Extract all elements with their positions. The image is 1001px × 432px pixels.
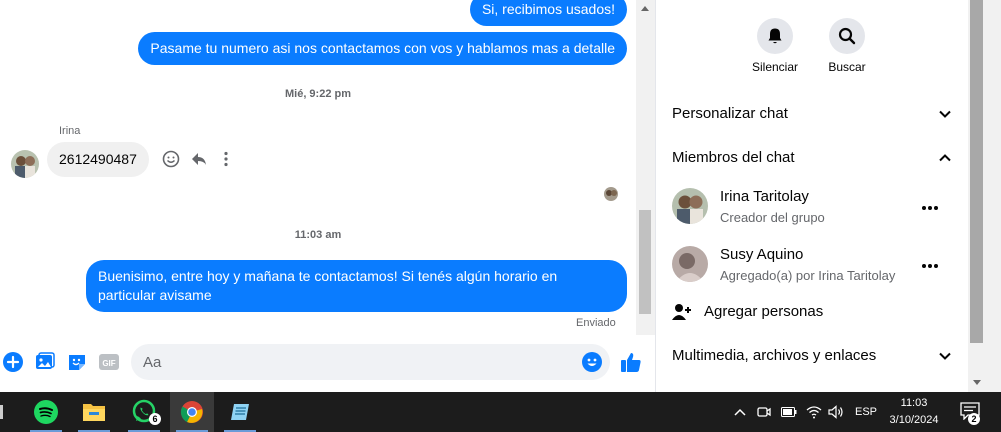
timestamp: Mié, 9:22 pm xyxy=(284,88,352,100)
mute-label: Silenciar xyxy=(751,60,799,74)
notification-badge: 6 xyxy=(149,413,161,425)
chat-members-section[interactable]: Miembros del chat xyxy=(656,138,968,178)
message-composer: GIF xyxy=(0,335,655,392)
member-name: Susy Aquino xyxy=(720,246,804,263)
member-row[interactable]: Susy Aquino Agregado(a) por Irina Tarito… xyxy=(656,242,968,294)
language-indicator[interactable]: ESP xyxy=(852,403,880,421)
chat-info-panel: Silenciar Buscar Personalizar chat Miemb… xyxy=(655,0,968,392)
notification-count: 2 xyxy=(968,413,980,425)
chevron-down-icon xyxy=(939,110,951,118)
chat-area: Si, recibimos usados! Pasame tu numero a… xyxy=(0,0,636,392)
more-options-icon[interactable] xyxy=(216,149,236,169)
meet-now-icon[interactable] xyxy=(756,403,772,421)
chevron-up-icon xyxy=(939,154,951,162)
scroll-up-arrow-icon[interactable] xyxy=(641,6,649,11)
plus-icon[interactable] xyxy=(2,351,24,373)
clock[interactable]: 11:03 3/10/2024 xyxy=(882,395,946,429)
add-person-icon xyxy=(672,304,691,320)
chevron-up-icon[interactable] xyxy=(733,403,747,421)
image-icon[interactable] xyxy=(34,351,56,373)
scroll-thumb[interactable] xyxy=(970,0,983,343)
chevron-down-icon xyxy=(939,352,951,360)
spotify-icon[interactable] xyxy=(24,392,68,432)
member-role: Creador del grupo xyxy=(720,210,825,225)
chat-scrollbar[interactable] xyxy=(636,0,655,335)
seen-avatar xyxy=(604,187,618,201)
scroll-thumb[interactable] xyxy=(639,210,651,314)
incoming-message[interactable]: 2612490487 xyxy=(47,142,149,177)
whatsapp-icon[interactable]: 6 xyxy=(122,392,166,432)
message-input[interactable] xyxy=(131,344,610,380)
volume-icon[interactable] xyxy=(827,403,845,421)
svg-text:GIF: GIF xyxy=(102,359,115,368)
notepad-icon[interactable] xyxy=(218,392,262,432)
more-options-icon[interactable] xyxy=(918,254,942,278)
add-people-button[interactable]: Agregar personas xyxy=(656,292,968,332)
outgoing-message[interactable]: Si, recibimos usados! xyxy=(469,0,627,26)
member-role: Agregado(a) por Irina Taritolay xyxy=(720,268,896,283)
media-files-links-section[interactable]: Multimedia, archivos y enlaces xyxy=(656,336,968,376)
add-people-label: Agregar personas xyxy=(704,303,824,320)
like-icon[interactable] xyxy=(620,351,642,373)
mute-button[interactable] xyxy=(757,18,793,54)
sticker-icon[interactable] xyxy=(66,351,88,373)
file-explorer-icon[interactable] xyxy=(72,392,116,432)
taskbar-edge xyxy=(0,405,3,419)
member-name: Irina Taritolay xyxy=(720,188,809,205)
member-row[interactable]: Irina Taritolay Creador del grupo xyxy=(656,184,968,236)
avatar[interactable] xyxy=(672,246,708,282)
customize-chat-section[interactable]: Personalizar chat xyxy=(656,94,968,134)
battery-icon[interactable] xyxy=(780,403,798,421)
sender-name: Irina xyxy=(59,125,81,137)
gif-icon[interactable]: GIF xyxy=(98,351,120,373)
section-label: Personalizar chat xyxy=(672,105,788,122)
clock-date: 3/10/2024 xyxy=(889,414,939,426)
taskbar: 6 ESP 11:03 3/10/2024 2 xyxy=(0,392,1001,432)
wifi-icon[interactable] xyxy=(805,403,823,421)
more-options-icon[interactable] xyxy=(918,196,942,220)
avatar[interactable] xyxy=(11,150,39,178)
react-icon[interactable] xyxy=(161,149,181,169)
avatar[interactable] xyxy=(672,188,708,224)
emoji-icon[interactable] xyxy=(581,351,603,373)
outgoing-message[interactable]: Buenisimo, entre hoy y mañana te contact… xyxy=(86,260,627,312)
clock-time: 11:03 xyxy=(900,397,928,409)
reply-icon[interactable] xyxy=(189,149,209,169)
timestamp: 11:03 am xyxy=(294,229,342,241)
chrome-icon[interactable] xyxy=(170,392,214,432)
search-button[interactable] xyxy=(829,18,865,54)
outgoing-message[interactable]: Pasame tu numero asi nos contactamos con… xyxy=(138,32,627,65)
search-label: Buscar xyxy=(828,60,866,74)
section-label: Multimedia, archivos y enlaces xyxy=(672,347,877,364)
section-label: Miembros del chat xyxy=(672,149,795,166)
scroll-down-arrow-icon[interactable] xyxy=(973,380,981,385)
panel-scrollbar[interactable] xyxy=(968,0,1001,392)
delivery-status: Enviado xyxy=(576,317,616,329)
